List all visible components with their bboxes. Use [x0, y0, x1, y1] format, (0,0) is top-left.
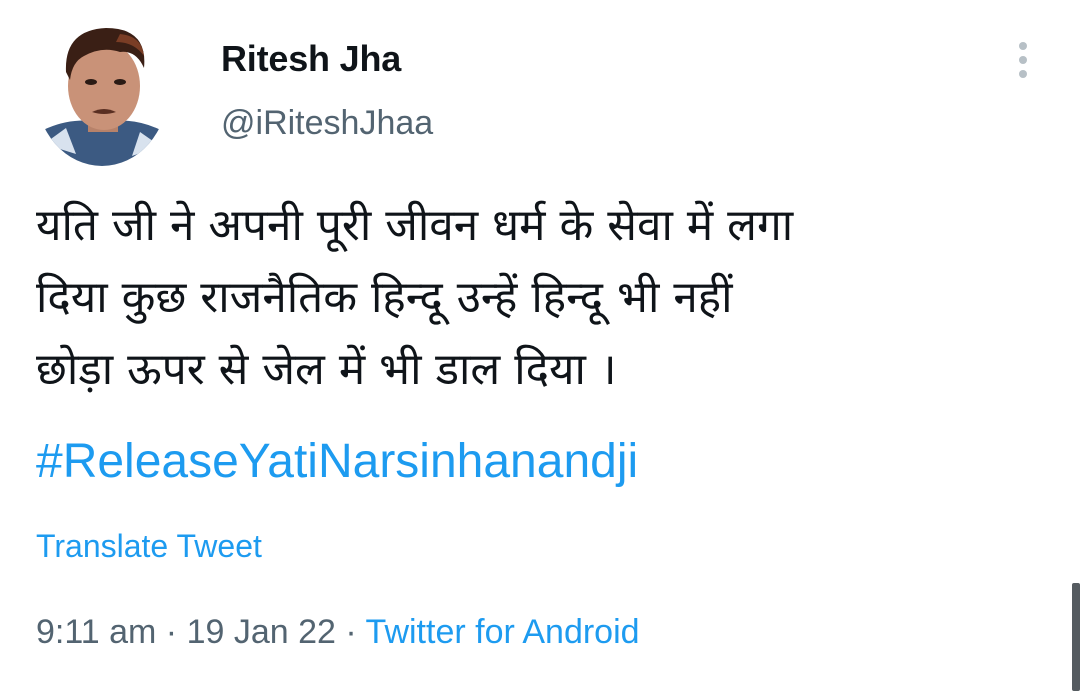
- more-vertical-icon-dot: [1019, 42, 1027, 50]
- tweet-time[interactable]: 9:11 am: [36, 613, 156, 651]
- author-handle[interactable]: @iRiteshJhaa: [221, 104, 433, 143]
- meta-separator: ·: [345, 613, 357, 651]
- tweet-metadata: 9:11 am · 19 Jan 22 · Twitter for Androi…: [36, 613, 640, 652]
- more-options-button[interactable]: [1004, 36, 1042, 84]
- tweet-text-line: छोड़ा ऊपर से जेल में भी डाल दिया ।: [36, 344, 617, 395]
- more-vertical-icon-dot: [1019, 56, 1027, 64]
- tweet-source-link[interactable]: Twitter for Android: [366, 613, 640, 651]
- author-display-name[interactable]: Ritesh Jha: [221, 38, 401, 80]
- more-vertical-icon-dot: [1019, 70, 1027, 78]
- meta-separator: ·: [165, 613, 178, 651]
- scrollbar[interactable]: [1072, 583, 1080, 691]
- tweet-text-line: यति जी ने अपनी पूरी जीवन धर्म के सेवा मे…: [36, 200, 794, 251]
- avatar[interactable]: [36, 16, 168, 166]
- translate-tweet-link[interactable]: Translate Tweet: [36, 528, 262, 565]
- tweet-text: यति जी ने अपनी पूरी जीवन धर्म के सेवा मे…: [36, 190, 1051, 406]
- hashtag-link[interactable]: #ReleaseYatiNarsinhanandji: [36, 434, 638, 489]
- tweet-date[interactable]: 19 Jan 22: [187, 613, 336, 651]
- tweet-text-line: दिया कुछ राजनैतिक हिन्दू उन्हें हिन्दू भ…: [36, 272, 733, 323]
- avatar-photo: [36, 16, 168, 166]
